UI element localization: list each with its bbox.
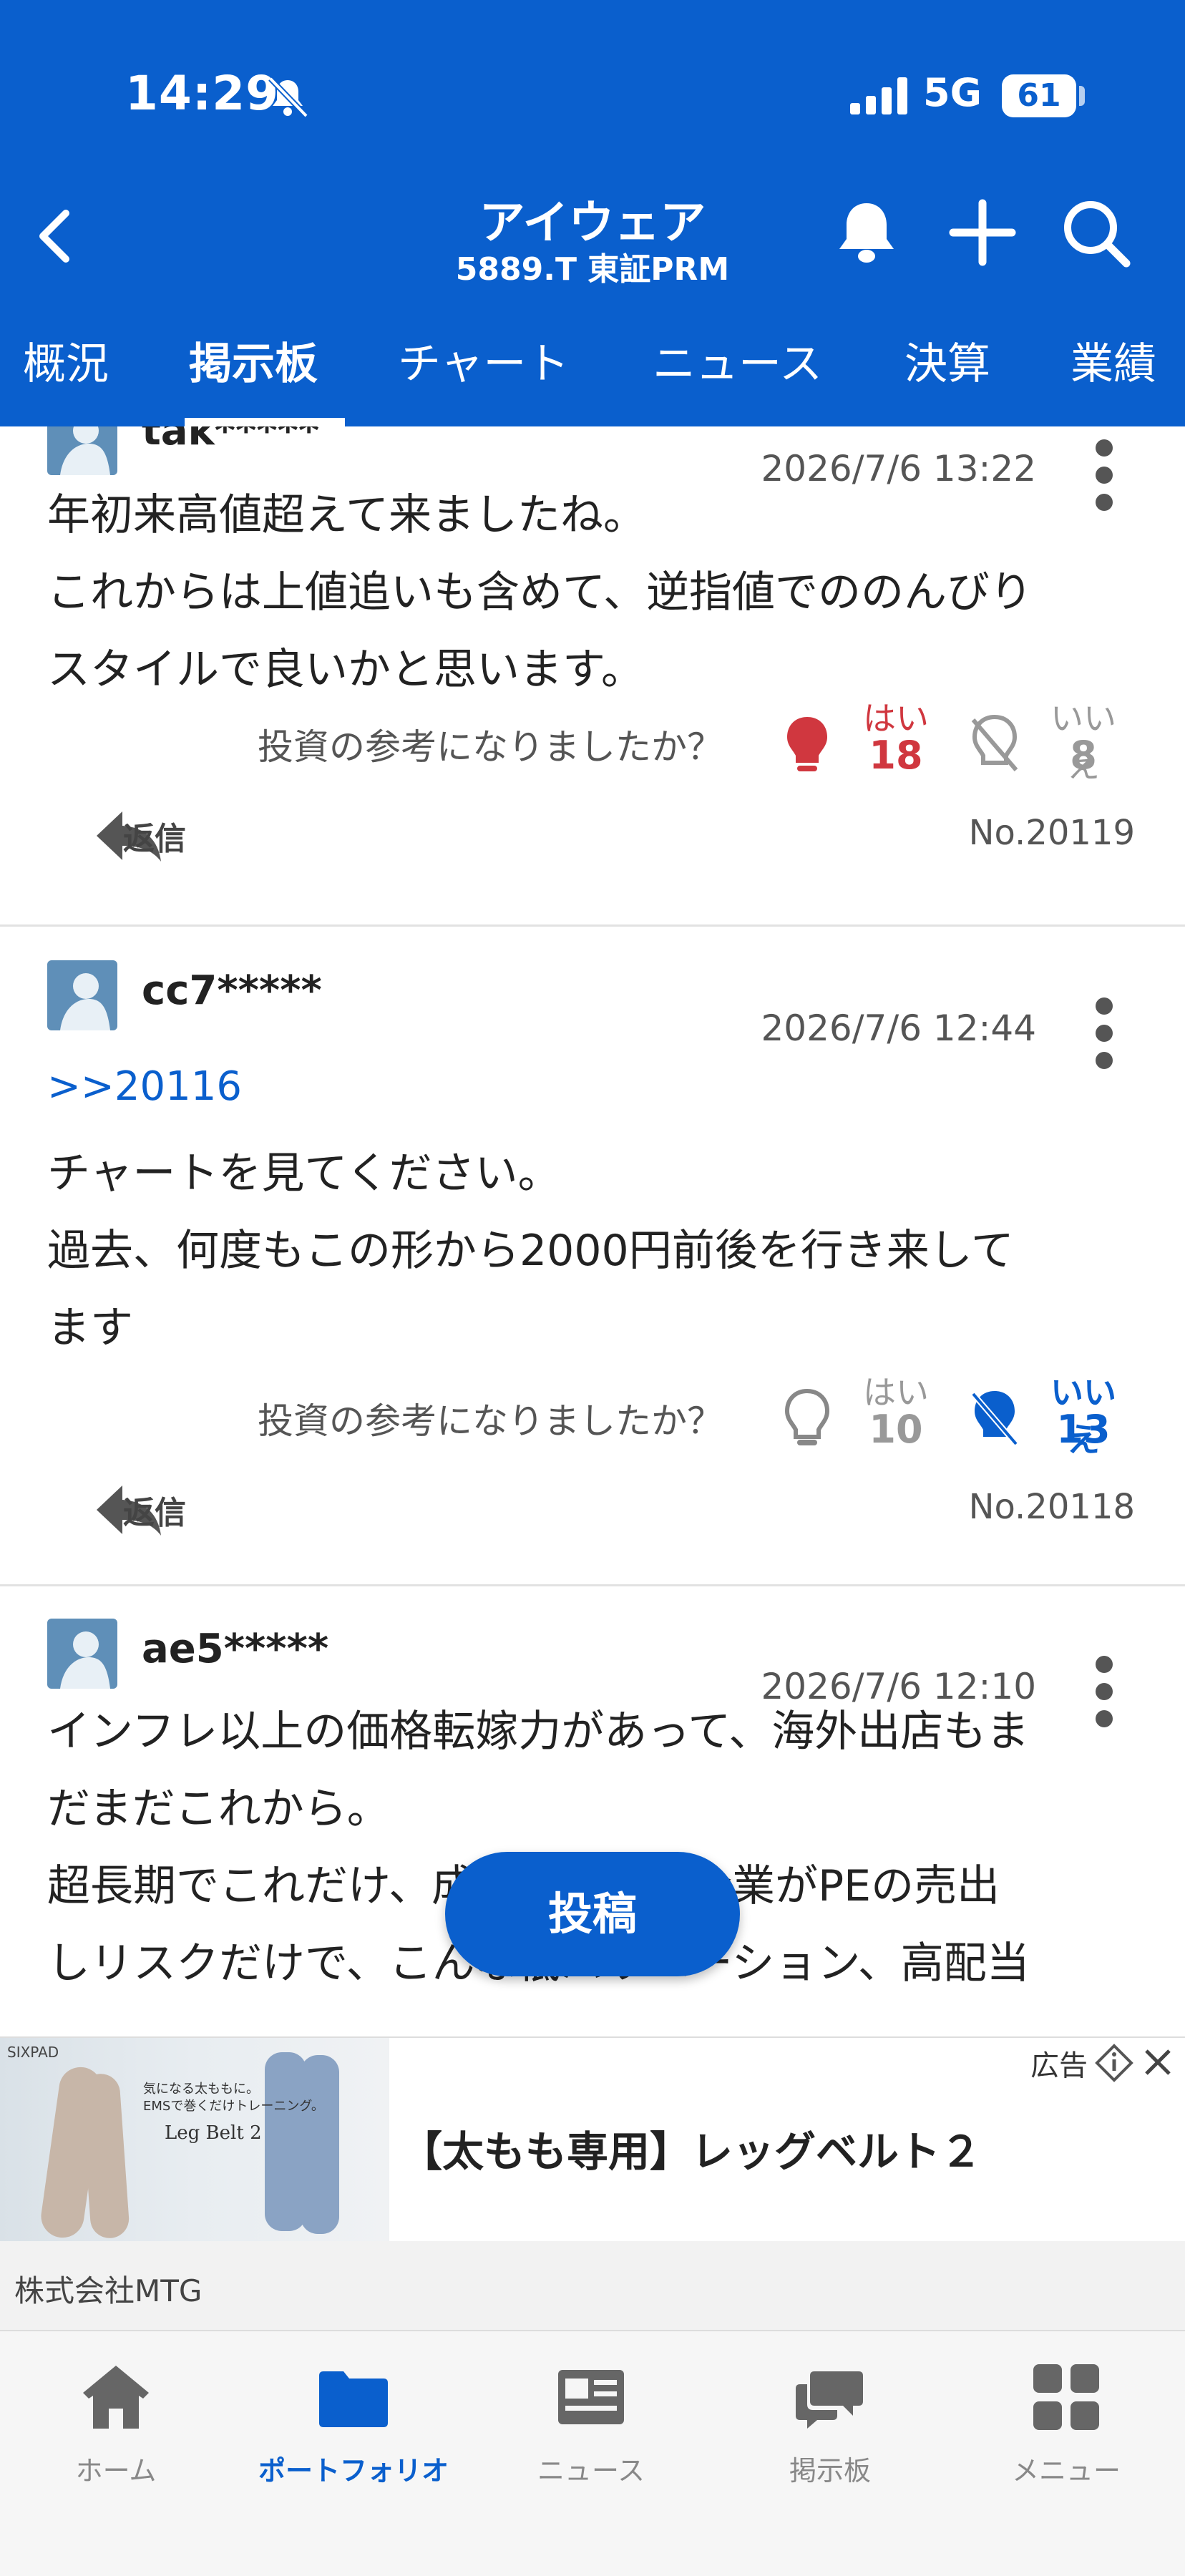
tab-bar: 概況 掲示板 チャート ニュース 決算 業績 [0, 322, 1185, 426]
ad-label: 広告 [1030, 2049, 1088, 2082]
username[interactable]: cc7***** [142, 967, 322, 1014]
ad-copy-line: EMSで巻くだけトレーニング。 [143, 2099, 324, 2114]
post-line: ます [47, 1303, 133, 1353]
ad-advertiser-bar: 株式会社MTG [0, 2241, 1185, 2331]
ad-copy-line: 気になる太ももに。 [143, 2082, 259, 2097]
reply-label[interactable]: 返信 [123, 1487, 186, 1533]
tab-board[interactable]: 掲示板 [189, 329, 318, 391]
lightbulb-no-icon[interactable] [966, 1387, 1023, 1451]
bottom-nav: ホーム ポートフォリオ ニュース 掲示板 メニュー [0, 2330, 1185, 2576]
ad-image[interactable]: SIXPAD 気になる太ももに。 EMSで巻くだけトレーニング。 Leg Bel… [0, 2038, 389, 2241]
reply-to-link[interactable]: >>20116 [47, 1063, 242, 1110]
reply-label[interactable]: 返信 [123, 813, 186, 859]
search-icon[interactable] [1056, 193, 1135, 272]
compose-post-button[interactable]: 投稿 [445, 1852, 740, 1976]
post-body: 年初来高値超えて来ましたね。 これからは上値追いも含めて、逆指値でののんびり ス… [47, 477, 1142, 708]
newspaper-icon [558, 2370, 624, 2424]
grid-icon [1033, 2364, 1099, 2430]
post-date: 2026/7/6 12:44 [761, 1008, 1036, 1049]
ad-brand-logo: SIXPAD [7, 2044, 59, 2061]
home-icon [83, 2366, 149, 2429]
helpful-question: 投資の参考になりましたか？ [258, 726, 723, 768]
more-options-icon[interactable] [1092, 993, 1116, 1072]
active-tab-indicator [185, 418, 345, 426]
tab-overview[interactable]: 概況 [23, 329, 109, 391]
nav-label: メニュー [1011, 2455, 1121, 2487]
tab-chart[interactable]: チャート [398, 329, 569, 391]
ad-title[interactable]: 【太もも専用】レッグベルト２ [401, 2118, 982, 2178]
yes-count: 18 [869, 733, 923, 778]
post-item: tak***** 2026/7/6 13:22 年初来高値超えて来ましたね。 こ… [0, 426, 1185, 927]
nav-bar: アイウェア 5889.T 東証PRM [0, 172, 1185, 293]
nav-label: 掲示板 [789, 2455, 871, 2487]
tab-news[interactable]: ニュース [653, 329, 822, 391]
post-divider [0, 924, 1185, 927]
post-line: だまだこれから。 [47, 1784, 390, 1834]
folder-icon [319, 2371, 388, 2427]
post-line: これからは上値追いも含めて、逆指値でののんびり [47, 567, 1033, 618]
post-line: 年初来高値超えて来ましたね。 [47, 490, 646, 540]
user-silhouette-icon [60, 426, 110, 475]
username[interactable]: tak***** [142, 426, 319, 454]
app-header: 14:29 5G 61 アイウェア 5889.T 東証PRM 概況 掲示板 チャ… [0, 0, 1185, 426]
ad-figure [80, 2072, 130, 2240]
nav-label: ニュース [537, 2455, 645, 2487]
network-type: 5G [923, 70, 982, 115]
post-line: インフレ以上の価格転嫁力があって、海外出店もま [47, 1707, 1030, 1757]
avatar[interactable] [47, 426, 117, 475]
battery-tip [1079, 86, 1085, 106]
avatar[interactable] [47, 1619, 117, 1689]
ad-advertiser: 株式会社MTG [14, 2273, 203, 2308]
avatar[interactable] [47, 960, 117, 1030]
board-feed[interactable]: tak***** 2026/7/6 13:22 年初来高値超えて来ましたね。 こ… [0, 426, 1185, 2036]
nav-label: ホーム [75, 2455, 157, 2487]
no-count: 13 [1056, 1407, 1111, 1452]
post-body: チャートを見てください。 過去、何度もこの形から2000円前後を行き来して ます [47, 1135, 1142, 1367]
lightbulb-no-icon[interactable] [966, 713, 1023, 777]
chat-bubbles-icon [796, 2371, 863, 2429]
post-line: 過去、何度もこの形から2000円前後を行き来して [47, 1226, 1014, 1276]
lightbulb-yes-icon[interactable] [779, 713, 836, 777]
nav-news[interactable]: ニュース [484, 2360, 698, 2503]
post-number: No.20118 [968, 1487, 1135, 1527]
post-line: スタイルで良いかと思います。 [47, 645, 644, 695]
post-item: cc7***** 2026/7/6 12:44 >>20116 チャートを見てく… [0, 927, 1185, 1586]
battery-icon: 61 [1002, 74, 1076, 117]
tab-performance[interactable]: 業績 [1071, 329, 1156, 391]
username[interactable]: ae5***** [142, 1626, 328, 1672]
status-bar: 14:29 5G 61 [0, 0, 1185, 193]
user-silhouette-icon [60, 1631, 110, 1689]
plus-icon[interactable] [943, 193, 1022, 272]
tab-earnings[interactable]: 決算 [904, 329, 990, 391]
post-line: チャートを見てください。 [47, 1148, 561, 1199]
close-icon[interactable] [1141, 2045, 1175, 2079]
nav-label: ポートフォリオ [258, 2455, 449, 2487]
nav-portfolio[interactable]: ポートフォリオ [246, 2360, 461, 2503]
ad-copy: 気になる太ももに。 EMSで巻くだけトレーニング。 [143, 2081, 324, 2115]
helpful-question: 投資の参考になりましたか？ [258, 1400, 723, 1442]
no-count: 8 [1070, 733, 1097, 778]
status-time: 14:29 [125, 66, 280, 121]
ad-banner[interactable]: SIXPAD 気になる太ももに。 EMSで巻くだけトレーニング。 Leg Bel… [0, 2036, 1185, 2331]
post-number: No.20119 [968, 813, 1135, 853]
ad-info-icon[interactable] [1095, 2044, 1133, 2082]
bell-muted-icon [268, 77, 308, 118]
nav-board[interactable]: 掲示板 [723, 2360, 937, 2503]
signal-icon [850, 77, 907, 114]
nav-home[interactable]: ホーム [9, 2360, 223, 2503]
bell-icon[interactable] [827, 193, 906, 272]
nav-menu[interactable]: メニュー [959, 2360, 1174, 2503]
ad-product-name: Leg Belt 2 [165, 2122, 262, 2144]
yes-count: 10 [869, 1407, 923, 1452]
lightbulb-yes-icon[interactable] [779, 1387, 836, 1451]
user-silhouette-icon [60, 973, 110, 1030]
